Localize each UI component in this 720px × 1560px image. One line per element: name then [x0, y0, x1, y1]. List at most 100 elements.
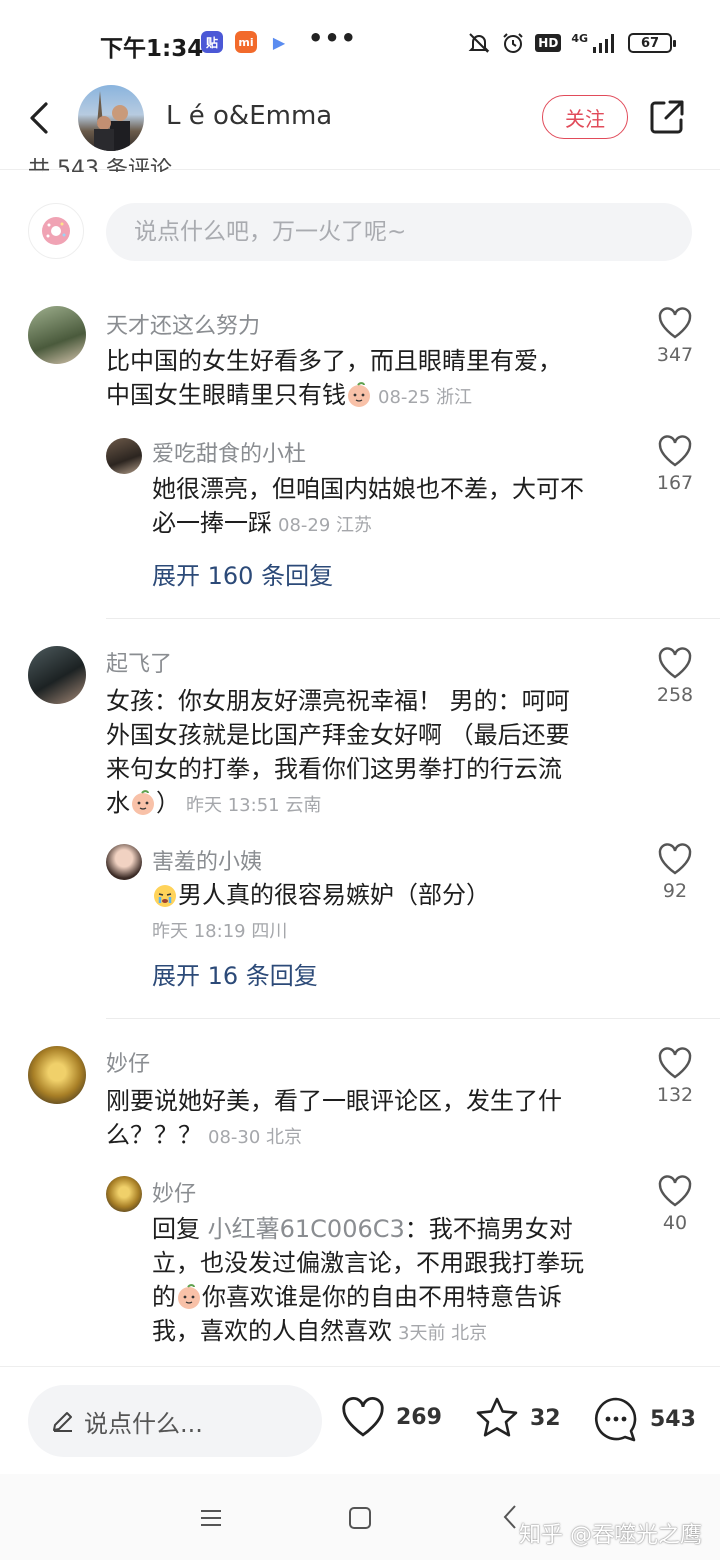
post-comment-button[interactable]: 543 — [592, 1395, 696, 1443]
back-arrow-icon[interactable] — [22, 98, 56, 138]
reply-prefix: 回复 — [152, 1215, 208, 1243]
comment-meta: 08-25 浙江 — [378, 387, 473, 408]
comment-text-tail: ） — [156, 789, 180, 817]
status-bar: 下午1:34 贴 mi ▶ ••• HD 4G 67 — [0, 0, 720, 84]
comment-text: 比中国的女生好看多了，而且眼睛里有爱， 中国女生眼睛里只有钱 08-25 浙江 — [106, 344, 626, 415]
post-like-button[interactable]: 269 — [340, 1395, 442, 1439]
hd-badge: HD — [535, 34, 562, 52]
like-button[interactable]: 132 — [650, 1046, 700, 1106]
more-notifications-icon: ••• — [308, 24, 358, 52]
post-header: L é o&Emma 关注 — [0, 84, 720, 170]
reply-meta: 08-29 江苏 — [278, 515, 373, 536]
peach-emoji-icon — [178, 1284, 200, 1309]
like-button[interactable]: 347 — [650, 306, 700, 366]
commenter-avatar[interactable] — [28, 1046, 86, 1104]
heart-icon — [658, 843, 692, 875]
author-avatar[interactable] — [78, 85, 144, 151]
bottom-action-bar: 说点什么... 269 32 543 — [0, 1366, 720, 1474]
reply-text-line: 我，喜欢的人自然喜欢 — [152, 1317, 392, 1345]
my-avatar — [28, 203, 84, 259]
post-collect-button[interactable]: 32 — [474, 1395, 561, 1441]
like-count: 40 — [662, 1212, 688, 1234]
reply-meta: 昨天 18:19 四川 — [152, 921, 288, 942]
divider — [106, 1018, 720, 1019]
heart-icon — [658, 307, 692, 339]
status-time: 下午1:34 — [100, 36, 204, 62]
heart-icon — [342, 1397, 384, 1437]
watermark: 知乎 @吞噬光之鹰 — [519, 1523, 702, 1548]
peach-emoji-icon — [132, 790, 154, 815]
comment-text-line: 刚要说她好美，看了一眼评论区，发生了什 — [106, 1087, 562, 1115]
reply-avatar[interactable] — [106, 438, 142, 474]
battery-indicator: 67 — [628, 33, 676, 53]
reply-mention-link[interactable]: 小红薯61C006C3 — [208, 1215, 405, 1243]
like-button[interactable]: 258 — [650, 646, 700, 706]
pencil-icon — [53, 1412, 72, 1432]
comment-meta: 08-30 北京 — [208, 1127, 303, 1148]
commenter-name[interactable]: 天才还这么努力 — [106, 308, 260, 340]
comment-bubble-icon — [595, 1397, 637, 1442]
comment-text: 刚要说她好美，看了一眼评论区，发生了什 么？？？ 08-30 北京 — [106, 1084, 636, 1155]
bottom-input-label: 说点什么... — [84, 1409, 203, 1438]
commenter-name[interactable]: 妙仔 — [106, 1046, 150, 1078]
peach-emoji-icon — [348, 382, 370, 407]
divider — [106, 618, 720, 619]
like-count: 167 — [656, 472, 694, 494]
share-icon[interactable] — [648, 98, 686, 136]
reply-text-line1: 她很漂亮，但咱国内姑娘也不差，大可不 — [152, 475, 584, 503]
star-icon — [476, 1397, 518, 1437]
menu-icon[interactable] — [200, 1508, 222, 1528]
reply-name[interactable]: 妙仔 — [152, 1176, 196, 1208]
post-comment-count: 543 — [650, 1406, 696, 1432]
heart-icon — [658, 1175, 692, 1207]
expand-replies-link[interactable]: 展开 16 条回复 — [152, 956, 318, 991]
comment-text-line: 女孩：你女朋友好漂亮祝幸福！ 男的：呵呵 — [106, 687, 570, 715]
heart-icon — [658, 1047, 692, 1079]
bottom-comment-input[interactable]: 说点什么... — [28, 1385, 322, 1457]
reply-text-line2: 必一捧一踩 — [152, 509, 272, 537]
commenter-avatar[interactable] — [28, 306, 86, 364]
commenter-name[interactable]: 起飞了 — [106, 646, 172, 678]
comment-text: 女孩：你女朋友好漂亮祝幸福！ 男的：呵呵 外国女孩就是比国产拜金女好啊 （最后还… — [106, 684, 636, 823]
author-name[interactable]: L é o&Emma — [166, 101, 332, 131]
mi-app-icon: mi — [235, 31, 257, 53]
reply-meta: 3天前 北京 — [398, 1323, 488, 1344]
reply-text: 她很漂亮，但咱国内姑娘也不差，大可不 必一捧一踩 08-29 江苏 — [152, 472, 632, 543]
comment-text-line2: 中国女生眼睛里只有钱 — [106, 381, 346, 409]
post-collect-count: 32 — [530, 1405, 561, 1431]
heart-icon — [658, 435, 692, 467]
reply-avatar[interactable] — [106, 844, 142, 880]
mute-bell-icon — [468, 33, 490, 53]
back-nav-icon[interactable] — [502, 1504, 518, 1530]
alarm-icon — [503, 33, 524, 53]
comment-text-line: 水 — [106, 789, 130, 817]
post-like-count: 269 — [396, 1404, 442, 1430]
comment-text-line: 来句女的打拳，我看你们这男拳打的行云流 — [106, 755, 562, 783]
reply-like-button[interactable]: 167 — [650, 434, 700, 494]
reply-avatar[interactable] — [106, 1176, 142, 1212]
reply-name[interactable]: 害羞的小姨 — [152, 844, 262, 876]
follow-button[interactable]: 关注 — [542, 95, 628, 139]
reply-like-button[interactable]: 40 — [650, 1174, 700, 1234]
comment-meta: 昨天 13:51 云南 — [186, 795, 322, 816]
reply-text-line: 男人真的很容易嫉妒（部分） — [178, 881, 490, 909]
signal-icon — [593, 34, 614, 53]
reply-like-button[interactable]: 92 — [650, 842, 700, 902]
battery-level: 67 — [640, 35, 660, 51]
network-label: 4G — [571, 31, 588, 45]
comment-input[interactable]: 说点什么吧，万一火了呢~ — [106, 203, 692, 261]
reply-text-line: 的 — [152, 1283, 176, 1311]
comment-text-line1: 比中国的女生好看多了，而且眼睛里有爱， — [106, 347, 562, 375]
reply-text-line: ：我不搞男女对 — [404, 1215, 573, 1243]
tieba-app-icon: 贴 — [201, 31, 223, 53]
play-app-icon: ▶ — [268, 31, 290, 53]
like-count: 92 — [662, 880, 688, 902]
reply-text-line: 你喜欢谁是你的自由不用特意告诉 — [202, 1283, 562, 1311]
reply-name[interactable]: 爱吃甜食的小杜 — [152, 436, 306, 468]
home-icon[interactable] — [348, 1506, 372, 1530]
like-count: 347 — [656, 344, 694, 366]
expand-replies-link[interactable]: 展开 160 条回复 — [152, 556, 333, 591]
commenter-avatar[interactable] — [28, 646, 86, 704]
like-count: 258 — [656, 684, 694, 706]
reply-text: 回复 小红薯61C006C3：我不搞男女对 立，也没发过偏激言论，不用跟我打拳玩… — [152, 1212, 642, 1351]
